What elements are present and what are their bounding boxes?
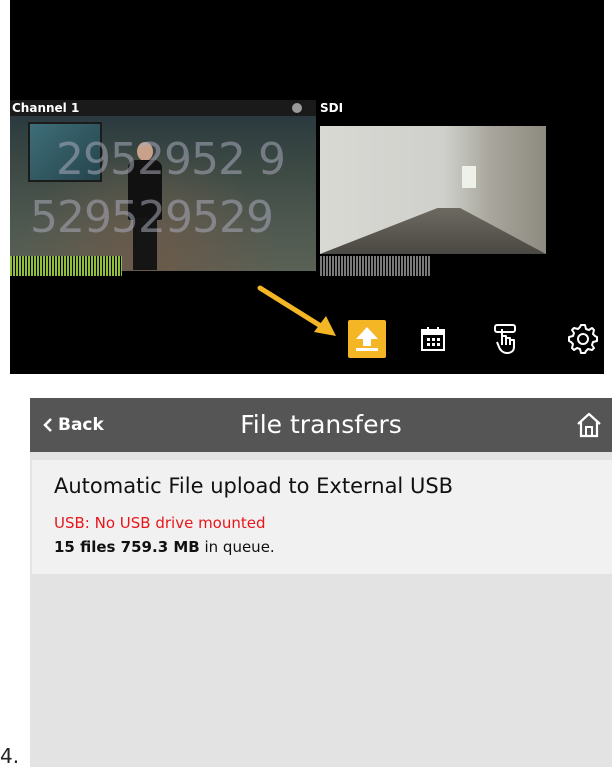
file-transfers-panel: Back File transfers Automatic File uploa… — [30, 398, 612, 767]
page-title: File transfers — [240, 410, 402, 439]
upload-button[interactable] — [348, 320, 386, 358]
usb-status-message: USB: No USB drive mounted — [54, 514, 266, 532]
channel-1-audio-meter — [10, 256, 122, 276]
watermark-bottom: 529529529 — [30, 192, 274, 243]
touch-settings-button[interactable] — [488, 320, 526, 358]
gear-icon — [568, 324, 598, 354]
calendar-icon — [421, 327, 445, 351]
sdi-label: SDI — [320, 101, 344, 115]
record-status-dot — [292, 103, 302, 113]
schedule-button[interactable] — [414, 320, 452, 358]
touch-icon — [494, 324, 516, 354]
channel-1-video: 2952952 9 529529529 — [10, 116, 316, 271]
settings-button[interactable] — [564, 320, 602, 358]
home-icon — [577, 412, 601, 438]
queue-count: 15 files 759.3 MB — [54, 538, 200, 556]
step-number: 4. — [0, 744, 20, 768]
channel-label: SDI — [320, 100, 546, 116]
channel-label: Channel 1 — [10, 100, 316, 116]
upload-item-title: Automatic File upload to External USB — [54, 474, 454, 498]
upload-icon — [356, 327, 378, 351]
hallway-floor — [320, 208, 546, 254]
hallway-window — [462, 166, 476, 188]
sdi-video — [320, 126, 546, 254]
queue-summary: 15 files 759.3 MB in queue. — [54, 538, 275, 556]
channel-1-label: Channel 1 — [12, 101, 80, 115]
channel-1-preview[interactable]: Channel 1 2952952 9 529529529 — [10, 100, 316, 276]
sdi-audio-meter — [320, 256, 430, 276]
device-screen: Channel 1 2952952 9 529529529 SDI — [10, 0, 604, 374]
usb-upload-item[interactable]: Automatic File upload to External USB US… — [32, 460, 612, 574]
sdi-preview[interactable]: SDI — [320, 100, 546, 276]
pointer-arrow-icon — [257, 285, 336, 336]
home-button[interactable] — [574, 410, 604, 440]
queue-suffix: in queue. — [199, 538, 275, 556]
header-bar: Back File transfers — [30, 398, 612, 452]
watermark-top: 2952952 9 — [56, 134, 286, 185]
